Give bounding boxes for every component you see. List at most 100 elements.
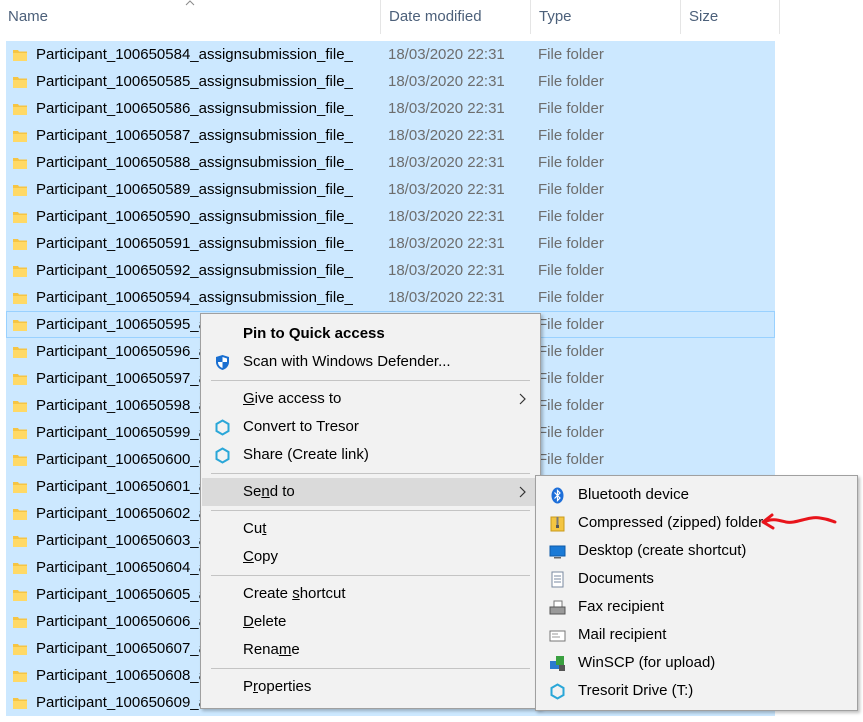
menu-rename[interactable]: Rename — [202, 636, 539, 664]
menu-send-to[interactable]: Send to — [202, 478, 539, 506]
sendto-fax[interactable]: Fax recipient — [537, 593, 856, 621]
chevron-right-icon — [519, 393, 526, 405]
sendto-mail[interactable]: Mail recipient — [537, 621, 856, 649]
sendto-desktop[interactable]: Desktop (create shortcut) — [537, 537, 856, 565]
file-name: Participant_100650586_assignsubmission_f… — [36, 100, 353, 117]
file-row[interactable]: Participant_100650592_assignsubmission_f… — [6, 257, 775, 284]
tresorit-hexagon-icon — [215, 419, 230, 436]
file-name: Participant_100650601_a — [36, 478, 207, 495]
column-date-label: Date modified — [389, 8, 482, 25]
file-row[interactable]: Participant_100650586_assignsubmission_f… — [6, 95, 775, 122]
folder-icon — [13, 158, 27, 169]
folder-icon — [13, 455, 27, 466]
file-date-modified: 18/03/2020 22:31 — [388, 208, 505, 225]
folder-icon — [13, 428, 27, 439]
file-row[interactable]: Participant_100650591_assignsubmission_f… — [6, 230, 775, 257]
file-type: File folder — [538, 424, 604, 441]
folder-icon — [13, 644, 27, 655]
column-date-modified[interactable]: Date modified — [381, 0, 531, 34]
file-type: File folder — [538, 235, 604, 252]
tresorit-hexagon-icon — [215, 447, 230, 464]
sendto-bluetooth[interactable]: Bluetooth device — [537, 481, 856, 509]
context-menu: Pin to Quick access Scan with Windows De… — [200, 313, 541, 709]
file-type: File folder — [538, 46, 604, 63]
sendto-fax-label: Fax recipient — [578, 598, 664, 615]
folder-icon — [13, 293, 27, 304]
menu-convert-to-tresor[interactable]: Convert to Tresor — [202, 413, 539, 441]
menu-give-access[interactable]: Give access to — [202, 385, 539, 413]
sendto-tresorit-drive[interactable]: Tresorit Drive (T:) — [537, 677, 856, 705]
menu-create-shortcut-label: Create shortcut — [243, 585, 346, 602]
folder-icon — [13, 401, 27, 412]
menu-separator — [211, 473, 530, 474]
file-row[interactable]: Participant_100650594_assignsubmission_f… — [6, 284, 775, 311]
folder-icon — [13, 212, 27, 223]
annotation-arrow-icon — [761, 513, 837, 530]
menu-cut[interactable]: Cut — [202, 515, 539, 543]
file-row[interactable]: Participant_100650584_assignsubmission_f… — [6, 41, 775, 68]
sendto-documents[interactable]: Documents — [537, 565, 856, 593]
folder-icon — [13, 374, 27, 385]
file-type: File folder — [538, 316, 604, 333]
file-date-modified: 18/03/2020 22:31 — [388, 235, 505, 252]
folder-icon — [13, 671, 27, 682]
file-row[interactable]: Participant_100650590_assignsubmission_f… — [6, 203, 775, 230]
mail-icon — [549, 630, 566, 642]
sort-ascending-icon — [185, 0, 195, 6]
menu-scan-defender[interactable]: Scan with Windows Defender... — [202, 348, 539, 376]
menu-tresor-label: Convert to Tresor — [243, 418, 359, 435]
file-name: Participant_100650609_a — [36, 694, 207, 711]
menu-send-to-label: Send to — [243, 483, 295, 500]
menu-share-label: Share (Create link) — [243, 446, 369, 463]
column-name[interactable]: Name — [0, 0, 381, 34]
sendto-winscp[interactable]: WinSCP (for upload) — [537, 649, 856, 677]
file-name: Participant_100650604_a — [36, 559, 207, 576]
menu-delete[interactable]: Delete — [202, 608, 539, 636]
menu-separator — [211, 575, 530, 576]
file-name: Participant_100650608_a — [36, 667, 207, 684]
menu-delete-label: Delete — [243, 613, 287, 630]
file-row[interactable]: Participant_100650588_assignsubmission_f… — [6, 149, 775, 176]
file-date-modified: 18/03/2020 22:31 — [388, 127, 505, 144]
menu-separator — [211, 380, 530, 381]
file-name: Participant_100650596_a — [36, 343, 207, 360]
column-type-label: Type — [539, 8, 572, 25]
column-header: Name Date modified Type Size — [0, 0, 863, 35]
column-type[interactable]: Type — [531, 0, 681, 34]
folder-icon — [13, 482, 27, 493]
file-name: Participant_100650585_assignsubmission_f… — [36, 73, 353, 90]
file-name: Participant_100650588_assignsubmission_f… — [36, 154, 353, 171]
file-name: Participant_100650606_a — [36, 613, 207, 630]
file-row[interactable]: Participant_100650585_assignsubmission_f… — [6, 68, 775, 95]
menu-create-shortcut[interactable]: Create shortcut — [202, 580, 539, 608]
menu-share-create-link[interactable]: Share (Create link) — [202, 441, 539, 469]
file-name: Participant_100650597_a — [36, 370, 207, 387]
file-row[interactable]: Participant_100650589_assignsubmission_f… — [6, 176, 775, 203]
folder-icon — [13, 617, 27, 628]
menu-copy[interactable]: Copy — [202, 543, 539, 571]
send-to-submenu: Bluetooth device Compressed (zipped) fol… — [535, 475, 858, 711]
menu-properties[interactable]: Properties — [202, 673, 539, 701]
file-name: Participant_100650587_assignsubmission_f… — [36, 127, 353, 144]
menu-pin-to-quick-access[interactable]: Pin to Quick access — [202, 320, 539, 348]
file-row[interactable]: Participant_100650587_assignsubmission_f… — [6, 122, 775, 149]
column-size[interactable]: Size — [681, 0, 780, 34]
file-type: File folder — [538, 127, 604, 144]
file-date-modified: 18/03/2020 22:31 — [388, 262, 505, 279]
sendto-winscp-label: WinSCP (for upload) — [578, 654, 716, 671]
menu-properties-label: Properties — [243, 678, 312, 695]
file-name: Participant_100650595_a — [36, 316, 207, 333]
file-type: File folder — [538, 73, 604, 90]
fax-icon — [549, 600, 566, 615]
folder-icon — [13, 320, 27, 331]
file-name: Participant_100650607_a — [36, 640, 207, 657]
sendto-bluetooth-label: Bluetooth device — [578, 486, 689, 503]
file-name: Participant_100650598_a — [36, 397, 207, 414]
file-name: Participant_100650602_a — [36, 505, 207, 522]
file-type: File folder — [538, 451, 604, 468]
column-name-label: Name — [8, 8, 49, 25]
file-date-modified: 18/03/2020 22:31 — [388, 100, 505, 117]
file-name: Participant_100650584_assignsubmission_f… — [36, 46, 353, 63]
documents-icon — [551, 571, 564, 588]
menu-give-access-label: Give access to — [243, 390, 342, 407]
